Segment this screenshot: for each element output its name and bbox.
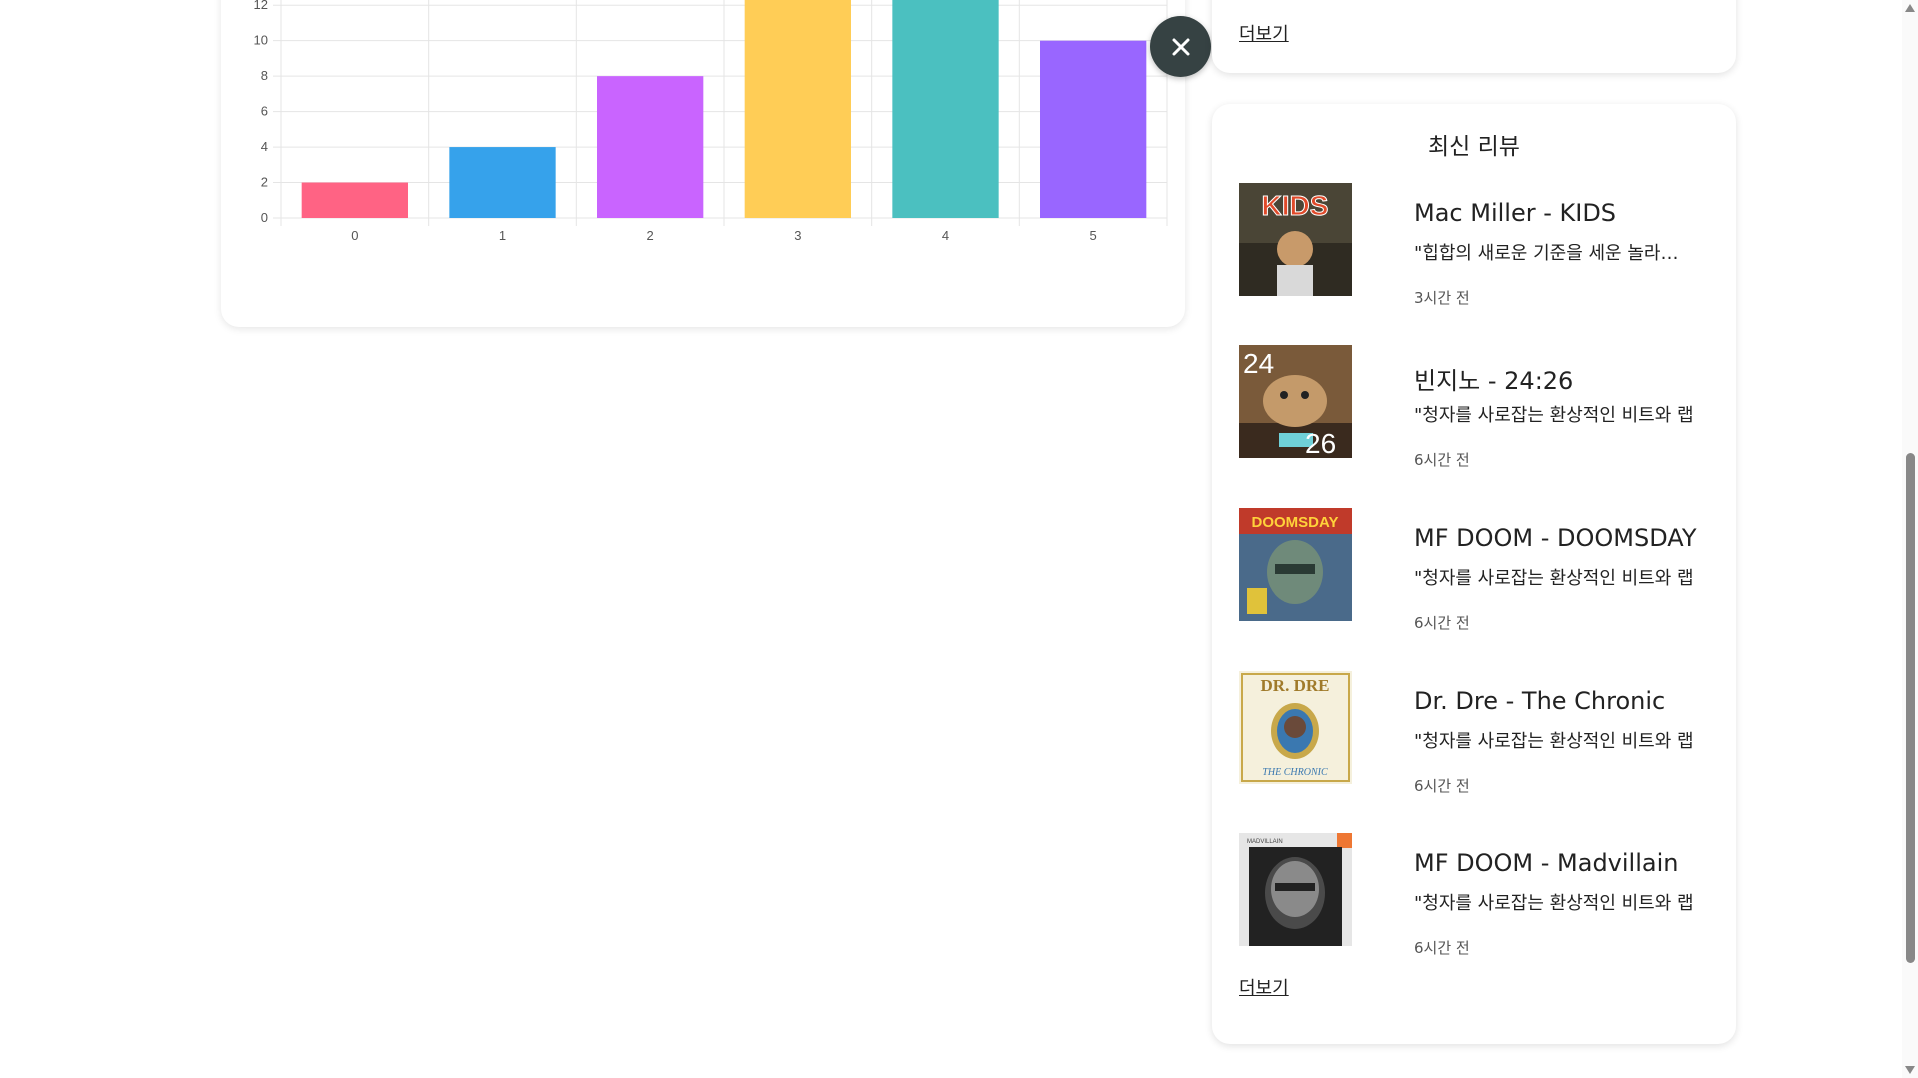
- svg-text:MADVILLAIN: MADVILLAIN: [1247, 839, 1283, 845]
- album-cover-kids[interactable]: KIDS: [1239, 183, 1352, 296]
- review-title: Dr. Dre - The Chronic: [1414, 687, 1666, 715]
- x-tick-label: 5: [1090, 228, 1097, 243]
- x-tick-label: 1: [499, 228, 506, 243]
- y-tick-label: 8: [261, 68, 268, 83]
- review-item[interactable]: 24 26 빈지노 - 24:26 "청자를 사로잡는 환상적인 비트와 랩 6…: [1239, 345, 1709, 469]
- review-time: 6시간 전: [1414, 777, 1470, 795]
- more-link[interactable]: 더보기: [1239, 20, 1289, 46]
- svg-text:DOOMSDAY: DOOMSDAY: [1252, 514, 1339, 531]
- bar: [597, 76, 704, 218]
- review-time: 6시간 전: [1414, 451, 1470, 469]
- reviews-title: 최신 리뷰: [1428, 134, 1520, 160]
- bar: [744, 0, 851, 218]
- svg-text:26: 26: [1305, 428, 1336, 458]
- review-item[interactable]: DOOMSDAY MF DOOM - DOOMSDAY "청자를 사로잡는 환상…: [1239, 508, 1709, 632]
- review-excerpt: "청자를 사로잡는 환상적인 비트와 랩: [1414, 568, 1694, 589]
- review-time: 6시간 전: [1414, 614, 1470, 632]
- bar: [301, 182, 408, 218]
- album-cover-the-chronic[interactable]: DR. DRE THE CHRONIC: [1239, 671, 1352, 784]
- scroll-up-icon[interactable]: [1905, 4, 1915, 12]
- review-title: MF DOOM - Madvillain: [1414, 849, 1679, 877]
- album-cover-madvillain[interactable]: MADVILLAIN: [1239, 833, 1352, 946]
- y-tick-label: 10: [254, 33, 268, 48]
- review-title: 빈지노 - 24:26: [1414, 367, 1574, 395]
- scrollbar[interactable]: [1902, 0, 1918, 1078]
- close-icon: [1172, 38, 1189, 55]
- x-tick-label: 4: [942, 228, 949, 243]
- review-excerpt: "청자를 사로잡는 환상적인 비트와 랩: [1414, 893, 1694, 914]
- scroll-down-icon[interactable]: [1905, 1066, 1915, 1074]
- more-link[interactable]: 더보기: [1239, 974, 1289, 1000]
- y-tick-label: 6: [261, 104, 268, 119]
- album-cover-doomsday[interactable]: DOOMSDAY: [1239, 508, 1352, 621]
- top-card: 더보기: [1212, 0, 1736, 73]
- bar-chart: 02468101214012345: [254, 0, 1168, 243]
- svg-text:KIDS: KIDS: [1262, 190, 1329, 221]
- y-tick-label: 4: [261, 139, 268, 154]
- review-item[interactable]: KIDS Mac Miller - KIDS "힙합의 새로운 기준을 세운 놀…: [1239, 183, 1709, 307]
- album-cover-2426[interactable]: 24 26: [1239, 345, 1352, 458]
- review-time: 3시간 전: [1414, 289, 1470, 307]
- bar: [449, 147, 556, 218]
- y-tick-label: 0: [261, 210, 268, 225]
- chart-card: 02468101214012345: [221, 0, 1211, 327]
- bar: [1040, 40, 1147, 218]
- svg-text:THE CHRONIC: THE CHRONIC: [1262, 767, 1328, 778]
- review-item[interactable]: MADVILLAIN MF DOOM - Madvillain "청자를 사로잡…: [1239, 833, 1709, 957]
- review-excerpt: "청자를 사로잡는 환상적인 비트와 랩: [1414, 405, 1694, 426]
- close-button[interactable]: [1150, 16, 1211, 77]
- latest-reviews-card: 최신 리뷰 KIDS Mac Miller - KIDS "힙합의 새로운 기준…: [1212, 104, 1736, 1044]
- review-item[interactable]: DR. DRE THE CHRONIC Dr. Dre - The Chroni…: [1239, 671, 1709, 795]
- scroll-thumb[interactable]: [1906, 453, 1915, 963]
- svg-text:24: 24: [1243, 348, 1274, 379]
- review-title: MF DOOM - DOOMSDAY: [1414, 524, 1697, 552]
- x-tick-label: 0: [351, 228, 358, 243]
- x-tick-label: 2: [647, 228, 654, 243]
- bar: [892, 0, 999, 218]
- review-title: Mac Miller - KIDS: [1414, 199, 1617, 227]
- x-tick-label: 3: [794, 228, 801, 243]
- page: 02468101214012345 더보기 최신 리뷰 KIDS: [0, 0, 1918, 1078]
- review-excerpt: "청자를 사로잡는 환상적인 비트와 랩: [1414, 731, 1694, 752]
- review-time: 6시간 전: [1414, 939, 1470, 957]
- y-tick-label: 2: [261, 175, 268, 190]
- svg-text:DR. DRE: DR. DRE: [1261, 676, 1330, 695]
- y-tick-label: 12: [254, 0, 268, 12]
- review-excerpt: "힙합의 새로운 기준을 세운 놀라운 앨범: [1414, 243, 1694, 264]
